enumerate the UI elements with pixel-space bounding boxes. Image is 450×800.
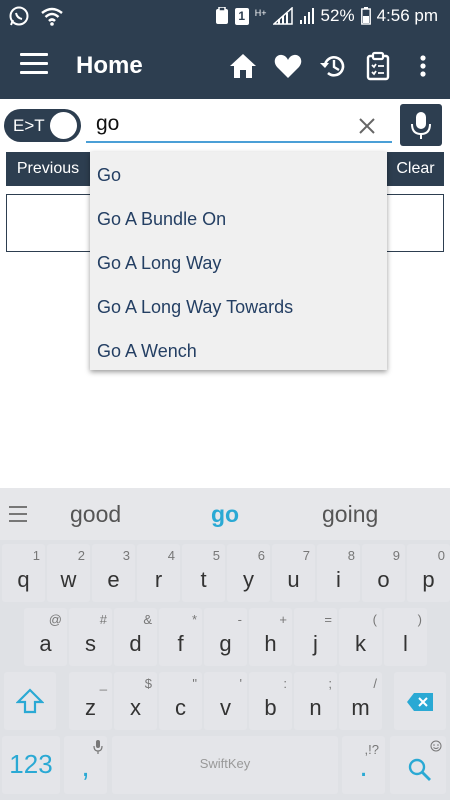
keyboard-suggestion[interactable]: good [70, 501, 121, 528]
search-icon [408, 758, 431, 781]
key-s[interactable]: # s [69, 608, 112, 666]
key-i[interactable]: 8i [317, 544, 360, 602]
keyboard-suggestion-selected[interactable]: go [211, 501, 239, 528]
toggle-label: E>T [13, 116, 45, 135]
key-b[interactable]: :b [249, 672, 292, 730]
key-d[interactable]: & d [114, 608, 157, 666]
signal-icon-2 [299, 8, 314, 24]
clock: 4:56 pm [376, 6, 438, 25]
key-v[interactable]: ' v [204, 672, 247, 730]
key-l[interactable]: ) l [384, 608, 427, 666]
clear-button[interactable]: Clear [387, 152, 444, 186]
home-icon[interactable] [228, 51, 258, 81]
period-key[interactable]: ,!? . [342, 736, 385, 794]
key-t[interactable]: 5t [182, 544, 225, 602]
suggestion-item[interactable]: Go A Long Way [97, 253, 221, 274]
page-title: Home [76, 52, 143, 79]
space-key[interactable]: SwiftKey [112, 736, 338, 794]
key-e[interactable]: 3e [92, 544, 135, 602]
key-r[interactable]: 4r [137, 544, 180, 602]
battery-percent: 52% [320, 6, 355, 25]
wifi-icon [41, 7, 63, 26]
suggestion-item[interactable]: Go A Long Way Towards [97, 297, 293, 318]
key-p[interactable]: 0p [407, 544, 450, 602]
numbers-key[interactable]: 123 [2, 736, 60, 794]
suggestion-item[interactable]: Go A Bundle On [97, 209, 226, 230]
clear-search-icon[interactable] [356, 115, 378, 137]
search-row: E>T [0, 99, 450, 151]
key-h[interactable]: + h [249, 608, 292, 666]
sim-badge: 1 [234, 7, 249, 25]
on-screen-keyboard: good go going 1q 2w 3e 4r 5t 6y 7u 8i 9o… [0, 488, 450, 800]
keyboard-menu-icon[interactable] [8, 504, 28, 524]
previous-button[interactable]: Previous [6, 152, 90, 186]
key-u[interactable]: 7u [272, 544, 315, 602]
emoji-icon [430, 740, 442, 752]
search-input[interactable] [86, 107, 392, 143]
shift-icon [16, 688, 44, 714]
swiftkey-brand-label: SwiftKey [199, 756, 251, 771]
search-key[interactable] [390, 736, 446, 794]
key-f[interactable]: * f [159, 608, 202, 666]
microphone-icon [411, 112, 431, 139]
key-x[interactable]: $ x [114, 672, 157, 730]
comma-key[interactable]: , [64, 736, 107, 794]
key-k[interactable]: (k [339, 608, 382, 666]
history-icon[interactable] [318, 51, 348, 81]
key-z[interactable]: _ z [69, 672, 112, 730]
key-a[interactable]: @ a [24, 608, 67, 666]
heart-icon[interactable] [273, 51, 303, 81]
keyboard-suggestion-bar: good go going [0, 488, 450, 540]
suggestion-item[interactable]: Go [97, 165, 121, 186]
clipboard-status-icon [215, 7, 228, 24]
network-type-label: H+ [254, 7, 267, 18]
key-q[interactable]: 1q [2, 544, 45, 602]
key-w[interactable]: 2w [47, 544, 90, 602]
voice-search-button[interactable] [400, 104, 442, 146]
autocomplete-dropdown: Go Go A Bundle On Go A Long Way Go A Lon… [90, 152, 387, 370]
key-c[interactable]: " c [159, 672, 202, 730]
language-direction-toggle[interactable]: E>T [4, 109, 81, 142]
signal-icon [272, 7, 293, 25]
overflow-menu-icon[interactable] [408, 51, 438, 81]
key-n[interactable]: ; n [294, 672, 337, 730]
key-y[interactable]: 6y [227, 544, 270, 602]
status-bar: 1 H+ 52% 4:56 pm [0, 0, 450, 33]
key-o[interactable]: 9o [362, 544, 405, 602]
hamburger-menu-icon[interactable] [20, 53, 48, 79]
whatsapp-icon [9, 6, 29, 26]
app-bar: Home [0, 33, 450, 99]
backspace-key[interactable] [394, 672, 446, 730]
backspace-icon [407, 693, 433, 711]
key-g[interactable]: -g [204, 608, 247, 666]
suggestion-item[interactable]: Go A Wench [97, 341, 197, 362]
keyboard-suggestion[interactable]: going [322, 501, 378, 528]
key-j[interactable]: = j [294, 608, 337, 666]
shift-key[interactable] [4, 672, 56, 730]
key-m[interactable]: / m [339, 672, 382, 730]
clipboard-list-icon[interactable] [363, 51, 393, 81]
battery-icon [360, 7, 371, 25]
toggle-knob [50, 112, 77, 139]
